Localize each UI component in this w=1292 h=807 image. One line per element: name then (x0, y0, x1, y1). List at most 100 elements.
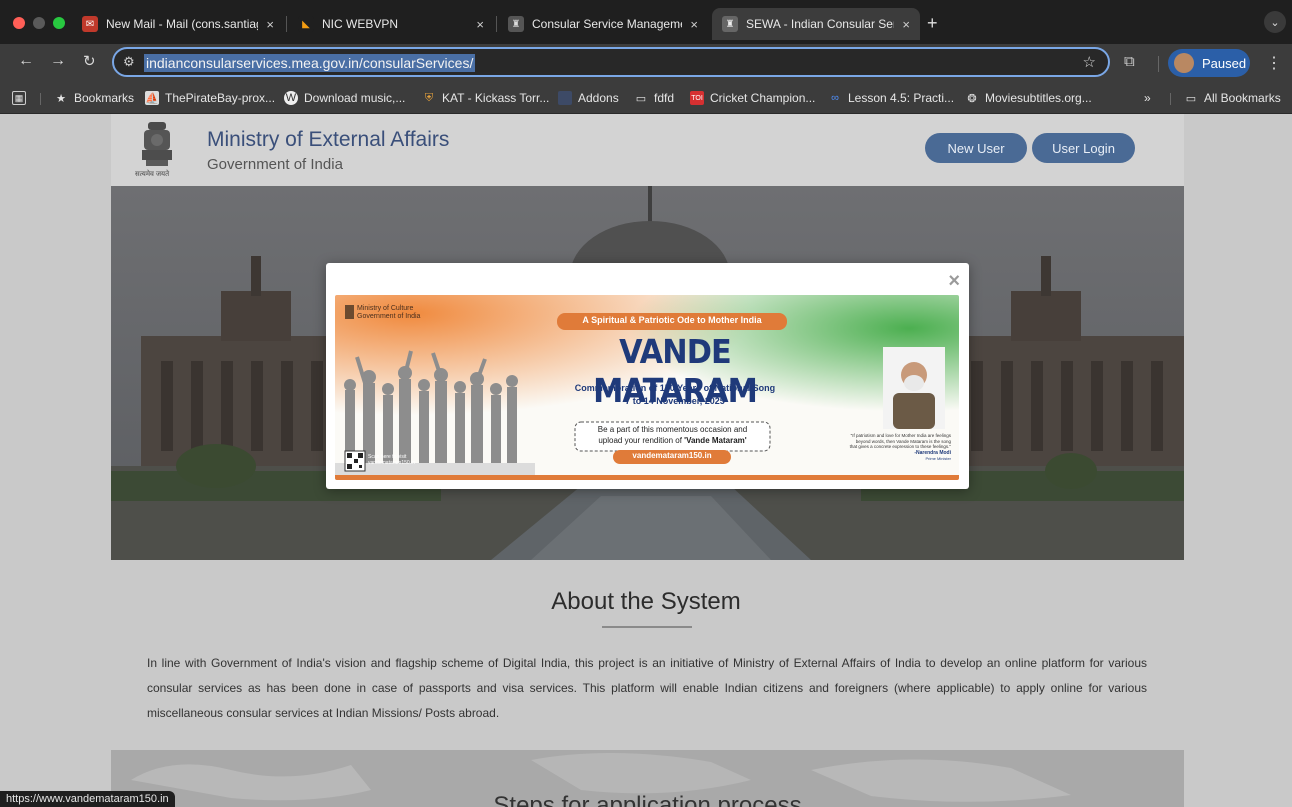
address-bar[interactable]: ⚙ indianconsularservices.mea.gov.in/cons… (112, 47, 1110, 77)
pm-quote: "If patriotism and love for Mother India… (831, 433, 951, 462)
cta-line2-prefix: upload your rendition of (598, 436, 685, 445)
cta-line2-bold: 'Vande Mataram' (684, 436, 747, 445)
folder-icon: ▭ (635, 92, 647, 105)
bookmarks-overflow-button[interactable]: » (1144, 89, 1151, 107)
bookmark-lesson[interactable]: ∞ Lesson 4.5: Practi... (828, 89, 954, 107)
browser-menu-icon[interactable]: ⋮ (1266, 53, 1282, 73)
addons-icon (558, 91, 572, 105)
infinity-icon: ∞ (831, 92, 839, 104)
all-bookmarks-button[interactable]: ▭ All Bookmarks (1184, 89, 1281, 107)
bookmark-label: All Bookmarks (1204, 91, 1281, 105)
tab-close-icon[interactable]: × (902, 17, 910, 32)
window-close-button[interactable] (13, 17, 25, 29)
ministry-culture-line2: Government of India (357, 313, 421, 320)
tab-nic-webvpn[interactable]: ◣ NIC WEBVPN × (288, 8, 494, 40)
star-icon: ★ (56, 92, 66, 105)
about-divider (602, 626, 692, 628)
tab-close-icon[interactable]: × (690, 17, 698, 32)
browser-toolbar: ← → ↻ ⚙ indianconsularservices.mea.gov.i… (0, 44, 1292, 82)
nic-favicon-icon: ◣ (298, 16, 314, 32)
pirate-ship-icon: ⛵ (145, 91, 159, 105)
window-minimize-button[interactable] (33, 17, 45, 29)
vande-mataram-banner[interactable]: Ministry of Culture Government of India … (335, 295, 959, 480)
emblem-favicon-icon: ♜ (722, 16, 738, 32)
emblem-favicon-icon: ♜ (508, 16, 524, 32)
banner-website-link[interactable]: vandemataram150.in (613, 451, 731, 460)
reload-icon[interactable]: ↻ (83, 52, 96, 70)
bookmark-label: Bookmarks (74, 91, 135, 105)
emblem-motto: सत्यमेव जयते (135, 171, 170, 178)
bookmark-label: fdfd (654, 91, 675, 105)
site-info-icon[interactable]: ⚙ (123, 54, 135, 70)
ministry-subtitle: Government of India (207, 156, 343, 173)
bookmark-cricket-champion[interactable]: TOI Cricket Champion... (690, 89, 815, 107)
film-reel-icon: ❂ (967, 92, 977, 105)
browser-tab-bar: ✉ New Mail - Mail (cons.santiag × ◣ NIC … (0, 0, 1292, 44)
quote-role: Prime Minister (925, 456, 951, 461)
new-user-button[interactable]: New User (925, 133, 1027, 163)
tab-close-icon[interactable]: × (476, 17, 484, 32)
banner-ribbon-text: A Spiritual & Patriotic Ode to Mother In… (582, 315, 762, 325)
about-description: In line with Government of India's visio… (147, 656, 1147, 720)
bookmark-label: Addons (578, 91, 619, 105)
bookmarks-bar: ▦ ★ Bookmarks ⛵ ThePirateBay-prox... W D… (0, 82, 1292, 114)
window-zoom-button[interactable] (53, 17, 65, 29)
extensions-puzzle-icon[interactable]: ⧉ (1124, 53, 1135, 70)
bookmark-label: Moviesubtitles.org... (985, 91, 1092, 105)
bookmark-label: Cricket Champion... (710, 91, 816, 105)
toolbar-separator (1158, 56, 1159, 72)
cricket-icon: TOI (690, 91, 704, 105)
tab-separator (496, 16, 497, 32)
quote-line3: that gives a concrete expression to thes… (849, 444, 951, 449)
user-login-button[interactable]: User Login (1032, 133, 1135, 163)
bookmark-label: Lesson 4.5: Practi... (848, 91, 955, 105)
profile-status-label: Paused (1202, 55, 1247, 71)
cta-line1: Be a part of this momentous occasion and (597, 425, 748, 434)
bookmark-addons[interactable]: Addons (558, 89, 619, 107)
tab-search-chevron-icon[interactable]: ⌄ (1264, 11, 1286, 33)
tab-label: NIC WEBVPN (322, 17, 399, 31)
tab-label: SEWA - Indian Consular Servi (746, 17, 895, 31)
folder-icon: ▭ (1185, 92, 1197, 105)
banner-cta-text: Be a part of this momentous occasion and… (575, 424, 770, 446)
overflow-label: » (1144, 91, 1151, 105)
bookmark-moviesubtitles[interactable]: ❂ Moviesubtitles.org... (965, 89, 1092, 107)
apps-grid-icon[interactable]: ▦ (12, 89, 32, 107)
bookmark-separator (1170, 93, 1171, 105)
bookmark-folder-fdfd[interactable]: ▭ fdfd (634, 89, 674, 107)
new-tab-button[interactable]: + (927, 13, 938, 34)
profile-paused-button[interactable]: Paused (1168, 49, 1250, 77)
link-status-bar: https://www.vandemataram150.in (0, 791, 175, 807)
national-emblem-icon (142, 122, 172, 166)
avatar (1174, 53, 1194, 73)
url-text[interactable]: indianconsularservices.mea.gov.in/consul… (144, 54, 476, 72)
about-title: About the System (551, 588, 741, 615)
tab-label: New Mail - Mail (cons.santiag (106, 17, 259, 31)
announcement-modal: × Ministry of Culture Government of Indi… (326, 263, 969, 489)
qr-caption-line2: vandemataram150.in (368, 460, 415, 466)
banner-commemoration: Commemoration of 150 Years of National S… (574, 383, 776, 393)
wordpress-icon: W (284, 91, 298, 105)
tab-close-icon[interactable]: × (266, 17, 274, 32)
modal-close-icon[interactable]: × (948, 271, 960, 291)
site-header: सत्यमेव जयते Ministry of External Affair… (111, 114, 1184, 186)
tab-new-mail[interactable]: ✉ New Mail - Mail (cons.santiag × (72, 8, 284, 40)
steps-title: Steps for application process (493, 792, 802, 807)
bookmark-thepiratebay[interactable]: ⛵ ThePirateBay-prox... (145, 89, 275, 107)
bookmark-download-music[interactable]: W Download music,... (284, 89, 405, 107)
bookmark-kat[interactable]: ⛨ KAT - Kickass Torr... (422, 89, 550, 107)
tab-label: Consular Service Managemen (532, 17, 683, 31)
mail-favicon-icon: ✉ (82, 16, 98, 32)
tab-consular-service-management[interactable]: ♜ Consular Service Managemen × (498, 8, 708, 40)
tab-sewa-active[interactable]: ♜ SEWA - Indian Consular Servi × (712, 8, 920, 40)
tab-separator (286, 16, 287, 32)
forward-arrow-icon[interactable]: → (50, 52, 66, 70)
back-arrow-icon[interactable]: ← (18, 52, 34, 70)
kat-shield-icon: ⛨ (424, 91, 434, 104)
ministry-title: Ministry of External Affairs (207, 128, 450, 151)
bookmark-label: KAT - Kickass Torr... (442, 91, 550, 105)
bookmark-label: Download music,... (304, 91, 406, 105)
bookmark-bookmarks[interactable]: ★ Bookmarks (54, 89, 134, 107)
bookmark-label: ThePirateBay-prox... (165, 91, 276, 105)
bookmark-star-icon[interactable]: ☆ (1083, 53, 1096, 71)
